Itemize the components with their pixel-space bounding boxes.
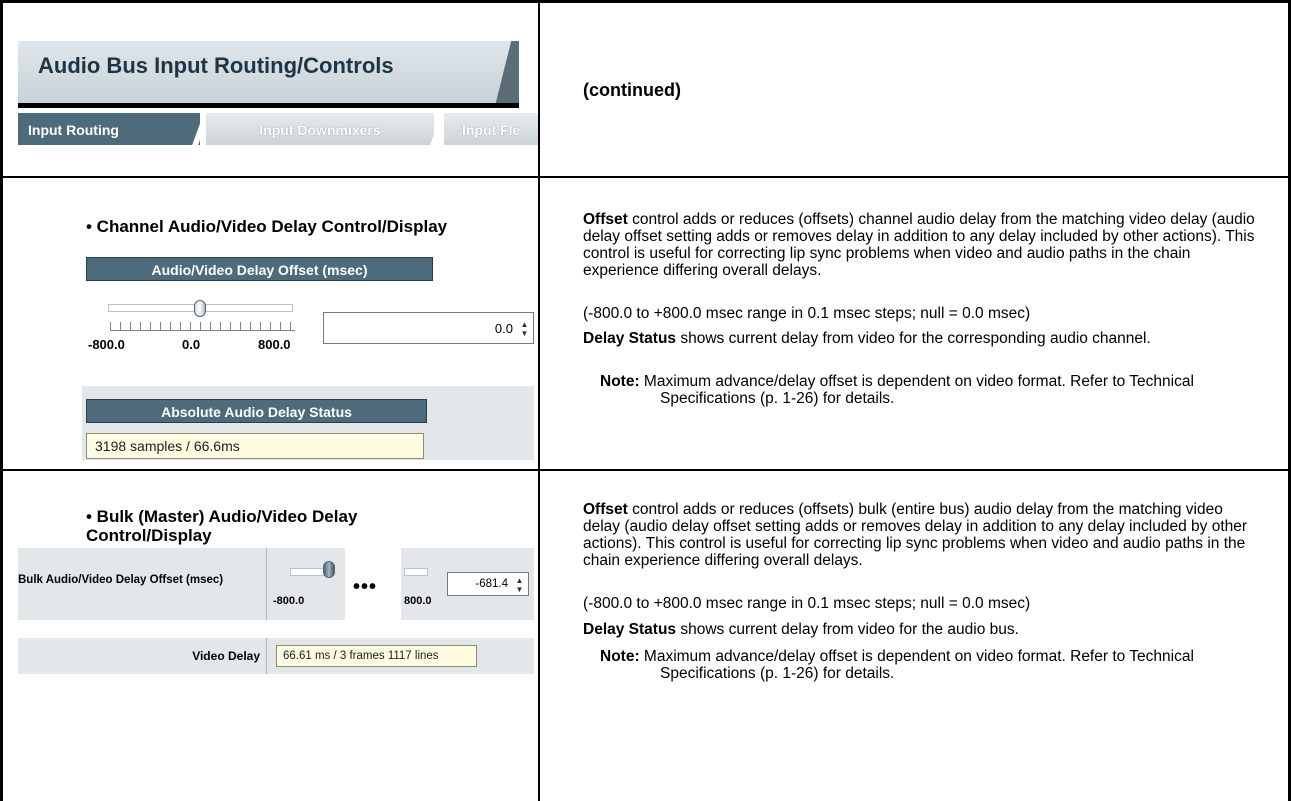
offset-term: Offset	[583, 501, 628, 518]
panel-header-title: Audio Bus Input Routing/Controls	[38, 53, 394, 78]
bulk-slider-track-right[interactable]	[404, 568, 428, 576]
absolute-delay-status-value: 3198 samples / 66.6ms	[86, 433, 424, 459]
slider-max-label: 800.0	[258, 337, 291, 352]
row-divider-2	[0, 469, 1291, 471]
delay-status-term: Delay Status	[583, 330, 677, 347]
table-border-top	[0, 0, 1291, 3]
bulk-slider-max-label: 800.0	[404, 595, 432, 607]
delay-status-text: shows current delay from video for the a…	[676, 621, 1019, 638]
row2-note: Note: Maximum advance/delay offset is de…	[600, 648, 1260, 682]
spin-arrows-icon[interactable]: ▲ ▼	[513, 576, 526, 594]
video-delay-value: 66.61 ms / 3 frames 1117 lines	[276, 645, 477, 667]
row-divider-1	[0, 176, 1291, 178]
video-delay-label: Video Delay	[192, 649, 260, 663]
bulk-offset-label: Bulk Audio/Video Delay Offset (msec)	[18, 574, 224, 586]
tab-input-routing[interactable]: Input Routing	[18, 113, 200, 145]
video-delay-divider	[266, 638, 267, 674]
note-term: Note:	[600, 373, 640, 390]
table-border-left	[0, 0, 3, 801]
slider-mid-label: 0.0	[182, 337, 201, 352]
bulk-slider-knob[interactable]	[323, 561, 335, 578]
row2-offset-desc: Offset control adds or reduces (offsets)…	[583, 501, 1263, 569]
av-delay-offset-spinbox[interactable]: 0.0 ▲ ▼	[323, 312, 534, 344]
delay-status-text: shows current delay from video for the c…	[676, 330, 1151, 347]
offset-desc-text: control adds or reduces (offsets) channe…	[583, 211, 1255, 279]
bulk-offset-spinbox[interactable]: -681.4 ▲ ▼	[447, 572, 529, 596]
row2-status-desc: Delay Status shows current delay from vi…	[583, 621, 1263, 638]
header-tab-edge	[494, 41, 519, 103]
spin-arrows-icon[interactable]: ▲ ▼	[518, 320, 531, 338]
row1-offset-desc: Offset control adds or reduces (offsets)…	[583, 211, 1263, 279]
av-delay-offset-header: Audio/Video Delay Offset (msec)	[86, 257, 433, 281]
av-delay-offset-value: 0.0	[494, 321, 513, 336]
slider-min-label: -800.0	[88, 337, 125, 352]
absolute-delay-status-header: Absolute Audio Delay Status	[86, 399, 427, 423]
bulk-offset-value: -681.4	[475, 578, 508, 590]
note-term: Note:	[600, 648, 640, 665]
tab-input-downmixers[interactable]: Input Downmixers	[206, 113, 434, 145]
continued-label: (continued)	[583, 80, 681, 100]
panel-header-tab: Audio Bus Input Routing/Controls	[18, 41, 519, 108]
offset-desc-text: control adds or reduces (offsets) bulk (…	[583, 501, 1248, 569]
delay-status-term: Delay Status	[583, 621, 677, 638]
sub-tab-bar: Input Routing Input Downmixers Input Fle	[18, 113, 538, 145]
column-divider	[538, 0, 540, 801]
row1-bullet-title: • Channel Audio/Video Delay Control/Disp…	[86, 217, 448, 236]
row2-range-text: (-800.0 to +800.0 msec range in 0.1 msec…	[583, 595, 1031, 612]
row1-note: Note: Maximum advance/delay offset is de…	[600, 373, 1260, 407]
row1-range-text: (-800.0 to +800.0 msec range in 0.1 msec…	[583, 305, 1031, 322]
row2-bullet-title: • Bulk (Master) Audio/Video Delay Contro…	[86, 507, 358, 545]
ellipsis-icon: •••	[353, 576, 378, 598]
tab-input-fle[interactable]: Input Fle	[444, 113, 538, 145]
bulk-slider-min-label: -800.0	[273, 595, 305, 607]
bulk-label-divider	[266, 548, 267, 620]
document-page: Audio Bus Input Routing/Controls Input R…	[0, 0, 1291, 801]
row1-status-desc: Delay Status shows current delay from vi…	[583, 330, 1263, 347]
note-text: Maximum advance/delay offset is dependen…	[639, 373, 1194, 407]
offset-term: Offset	[583, 211, 628, 228]
av-delay-offset-slider-knob[interactable]	[194, 300, 206, 317]
note-text: Maximum advance/delay offset is dependen…	[639, 648, 1194, 682]
av-delay-offset-ticks	[110, 322, 295, 331]
